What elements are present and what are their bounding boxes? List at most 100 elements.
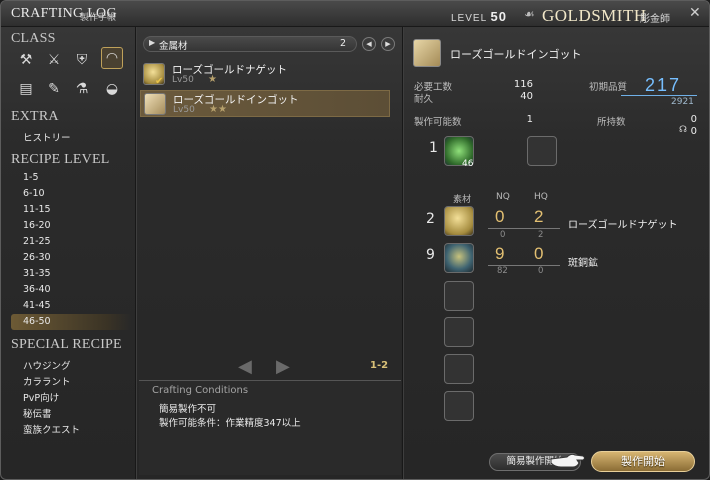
extra-heading: EXTRA (11, 109, 59, 124)
max-quality-value: 2921 (671, 97, 694, 107)
nav-item-level[interactable]: 16-20 (23, 220, 51, 231)
nav-item-housing[interactable]: ハウジング (23, 358, 71, 372)
page-prev-arrow-icon[interactable]: ◀ (238, 356, 252, 377)
required-progress-value: 116 (513, 79, 533, 90)
empty-material-slot (444, 391, 474, 421)
durability-label: 耐久 (414, 94, 434, 105)
nav-item-level[interactable]: 41-45 (23, 300, 51, 311)
recipe-list-item[interactable]: ✔ ローズゴールドナゲット Lv50 ★ (140, 61, 390, 88)
recipe-stars: ★ (208, 74, 217, 85)
weaver-class-icon[interactable]: ✎ (43, 78, 65, 100)
nav-item-dyes[interactable]: カララント (23, 374, 71, 388)
material-qty: 2 (426, 211, 435, 227)
class-name: GOLDSMITH (542, 6, 647, 25)
result-item-name: ローズゴールドインゴット (450, 48, 582, 61)
crossed-tools-icon[interactable]: ✕ (689, 5, 701, 21)
material-hq: 0 (534, 244, 544, 263)
sidebar: CLASS ⚒ ⚔ ⛨ ◠ ▤ ✎ ⚗ ◒ EXTRA ヒストリー RECIPE… (1, 27, 134, 479)
window-subtitle: 製作手帳 (80, 13, 117, 23)
blacksmith-class-icon[interactable]: ⚔ (43, 49, 65, 71)
empty-material-slot (444, 281, 474, 311)
nav-item-level[interactable]: 26-30 (23, 252, 51, 263)
leatherworker-class-icon[interactable]: ▤ (15, 78, 37, 100)
page-indicator: 1-2 (370, 360, 389, 371)
material-name: 斑銅鉱 (568, 258, 598, 269)
gold-nugget-icon[interactable] (444, 206, 474, 236)
nav-item-master-book[interactable]: 秘伝書 (23, 406, 52, 420)
material-nq-owned: 0 (500, 230, 506, 240)
nav-item-level[interactable]: 31-35 (23, 268, 51, 279)
hq-label: HQ (534, 192, 548, 202)
material-hq-owned: 0 (538, 266, 544, 276)
pointing-hand-cursor-icon (550, 453, 585, 468)
gold-ingot-icon (144, 93, 166, 115)
culinarian-class-icon[interactable]: ◒ (101, 78, 123, 100)
material-qty: 9 (426, 247, 435, 263)
class-crest-icon: ☙ (524, 7, 535, 21)
conditions-title: Crafting Conditions (152, 385, 249, 396)
goldsmith-class-icon[interactable]: ◠ (101, 47, 123, 69)
expand-arrow-icon: ▶ (149, 38, 156, 47)
category-filter-dropdown[interactable]: ▶ 金属材 2 (143, 36, 357, 52)
nav-item-pvp[interactable]: PvP向け (23, 390, 59, 404)
class-name-ja: 彫金師 (640, 14, 670, 25)
nav-item-level[interactable]: 21-25 (23, 236, 51, 247)
crystal-qty: 1 (429, 140, 438, 156)
crafting-log-window: CRAFTING LOG 製作手帳 LEVEL 50 ☙ GOLDSMITH 彫… (0, 0, 710, 480)
page-next-arrow-icon[interactable]: ▶ (276, 356, 290, 377)
nav-item-level[interactable]: 6-10 (23, 188, 45, 199)
material-hq: 2 (534, 207, 544, 226)
condition-line: 製作可能条件：作業精度347以上 (159, 418, 301, 429)
recipe-level: Lv50 (172, 75, 194, 85)
initial-quality-label: 初期品質 (589, 82, 628, 93)
prev-category-button[interactable]: ◀ (362, 37, 376, 51)
nav-item-history[interactable]: ヒストリー (23, 130, 71, 144)
filter-count: 2 (339, 38, 346, 49)
material-name: ローズゴールドナゲット (568, 220, 678, 231)
result-item-icon (413, 39, 441, 67)
initial-quality-value: 217 (645, 75, 682, 95)
recipe-list-item-selected[interactable]: ローズゴールドインゴット Lv50 ★★ (140, 90, 390, 117)
empty-material-slot (444, 354, 474, 384)
armorer-class-icon[interactable]: ⛨ (71, 49, 93, 71)
quality-underline (621, 95, 697, 96)
nav-item-beast-tribe[interactable]: 蛮族クエスト (23, 422, 80, 436)
recipe-stars: ★★ (209, 104, 227, 115)
material-hq-owned: 2 (538, 230, 544, 240)
crafting-conditions-panel: Crafting Conditions 簡易製作不可 製作可能条件：作業精度34… (139, 380, 401, 475)
check-mark-icon: ✔ (155, 76, 164, 87)
nav-item-level-selected[interactable]: 46-50 (23, 316, 51, 327)
filter-label: 金属材 (159, 41, 188, 52)
recipe-level: Lv50 (173, 105, 195, 115)
materials-label: 素材 (453, 195, 472, 205)
title-bar: CRAFTING LOG 製作手帳 LEVEL 50 ☙ GOLDSMITH 彫… (1, 1, 709, 27)
owned-count-value: 0 (690, 114, 697, 125)
next-category-button[interactable]: ▶ (381, 37, 395, 51)
material-nq: 0 (495, 207, 505, 226)
empty-material-slot (444, 317, 474, 347)
nav-item-level[interactable]: 36-40 (23, 284, 51, 295)
recipe-level-heading: RECIPE LEVEL (11, 152, 110, 167)
craftable-count-label: 製作可能数 (414, 117, 462, 128)
divider (135, 27, 136, 479)
owned-hq-value: 0 (690, 126, 697, 137)
material-nq-owned: 82 (497, 266, 508, 276)
ore-icon[interactable] (444, 243, 474, 273)
special-recipe-heading: SPECIAL RECIPE (11, 337, 122, 352)
nav-item-level[interactable]: 1-5 (23, 172, 39, 183)
empty-crystal-slot (527, 136, 557, 166)
durability-value: 40 (520, 91, 533, 102)
crystal-owned: 46 (462, 159, 474, 169)
divider (402, 27, 403, 479)
craftable-count-value: 1 (526, 114, 533, 125)
alchemist-class-icon[interactable]: ⚗ (71, 78, 93, 100)
owned-count-label: 所持数 (597, 117, 626, 128)
level-display: LEVEL 50 (451, 9, 508, 24)
class-heading: CLASS (11, 31, 56, 46)
condition-line: 簡易製作不可 (159, 404, 217, 415)
material-underline (488, 228, 560, 229)
nav-item-level[interactable]: 11-15 (23, 204, 51, 215)
synthesize-button[interactable]: 製作開始 (591, 451, 695, 472)
nq-label: NQ (496, 192, 510, 202)
carpenter-class-icon[interactable]: ⚒ (15, 49, 37, 71)
